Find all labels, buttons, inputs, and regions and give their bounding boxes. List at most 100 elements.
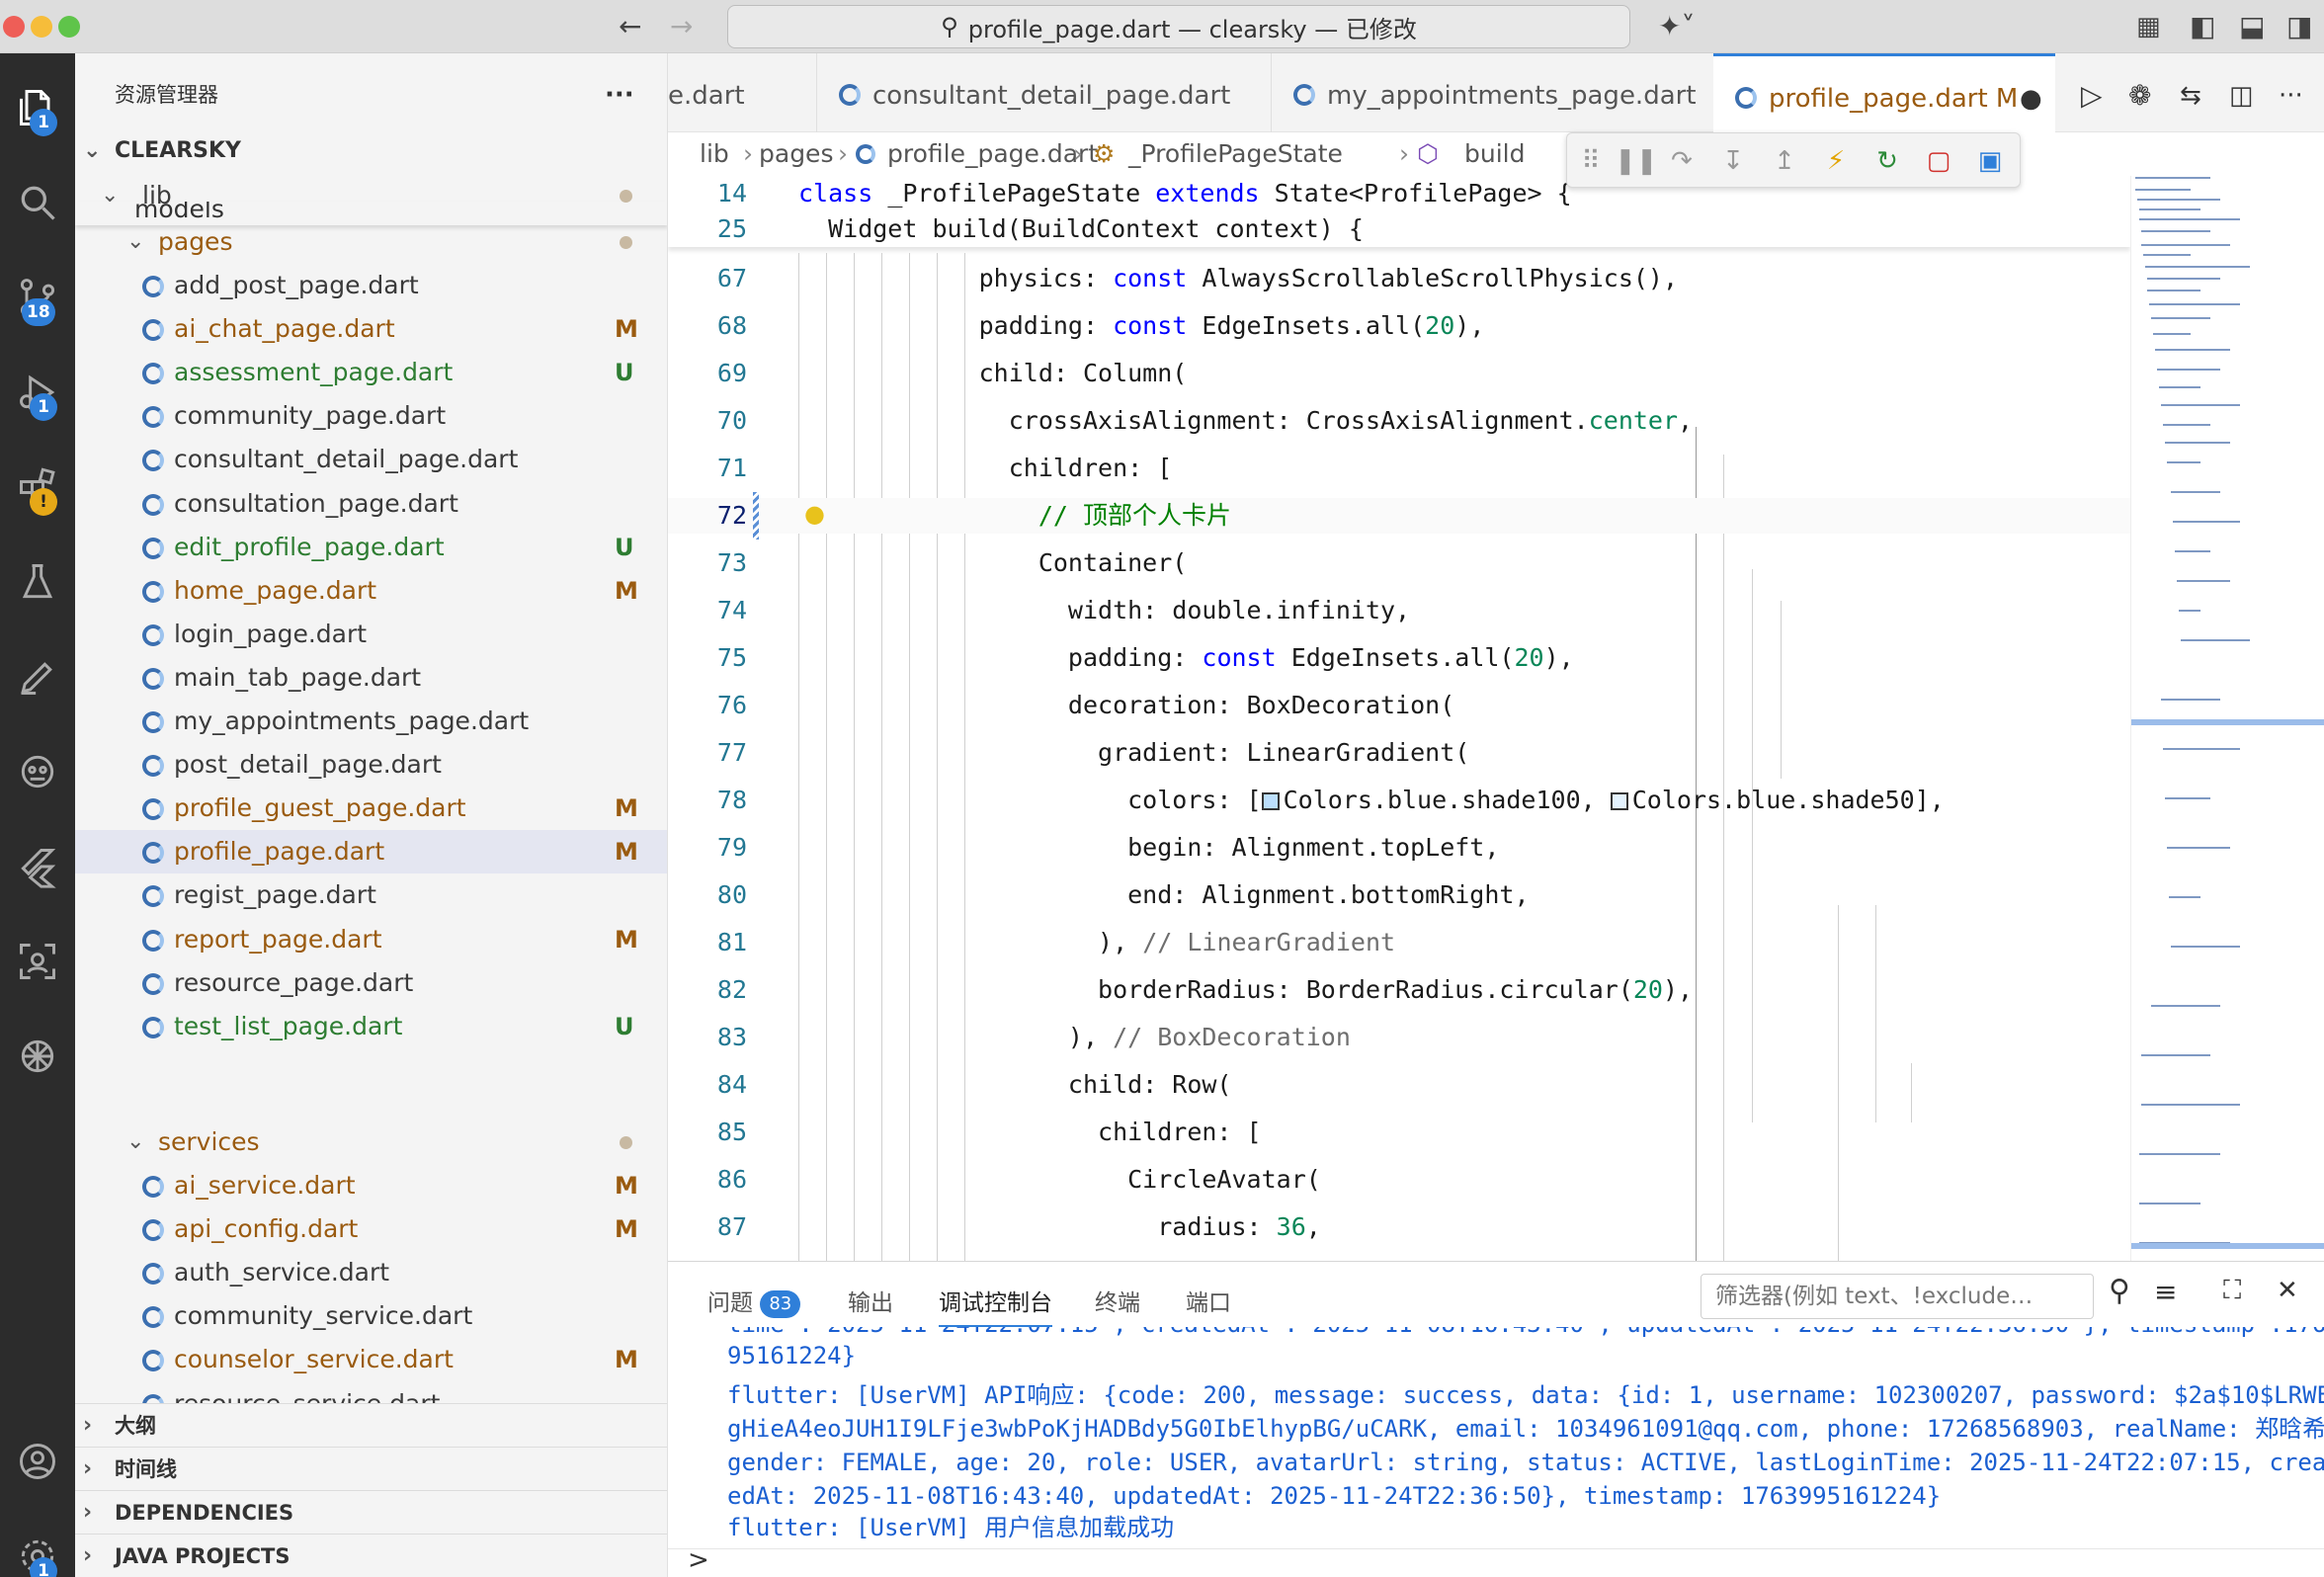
pen-icon[interactable] (0, 642, 75, 711)
gutter-change-marker[interactable] (753, 492, 759, 540)
inspect-widget-icon[interactable]: ▣ (1974, 145, 2006, 177)
file-item[interactable]: login_page.dart (75, 613, 667, 656)
file-item[interactable]: report_page.dart M (75, 918, 667, 961)
zoom-window-button[interactable] (58, 16, 80, 38)
layout-customize-icon[interactable]: ▦ (2136, 9, 2161, 44)
split-editor-icon[interactable]: ◫ (2229, 53, 2254, 132)
chatgpt-icon[interactable] (0, 1022, 75, 1091)
file-item[interactable]: add_post_page.dart (75, 264, 667, 307)
file-item[interactable]: counselor_service.dart M (75, 1338, 667, 1381)
tab-ports[interactable]: 端口 (1186, 1284, 1231, 1317)
search-icon[interactable]: ⚲ (2109, 1274, 2130, 1308)
minimap[interactable] (2130, 176, 2324, 1261)
maximize-panel-icon[interactable]: ⛶ (2223, 1276, 2241, 1306)
dart-file-icon (1293, 84, 1315, 106)
file-name: assessment_page.dart (174, 358, 454, 387)
arrow-right-icon[interactable]: → (670, 9, 693, 44)
code-editor[interactable]: 14 class _ProfilePageState extends State<… (668, 176, 2130, 1261)
restart-icon[interactable]: ↻ (1871, 145, 1903, 177)
filter-input[interactable]: 筛选器(例如 text、!exclude… (1701, 1274, 2094, 1319)
step-out-icon[interactable]: ↥ (1769, 145, 1800, 177)
file-item[interactable]: post_detail_page.dart (75, 743, 667, 787)
more-actions-icon[interactable]: ··· (2279, 53, 2303, 132)
step-over-icon[interactable]: ↷ (1666, 145, 1698, 177)
command-center-search[interactable]: ⚲ profile_page.dart — clearsky — 已修改 (727, 5, 1630, 48)
section-dependencies[interactable]: › DEPENDENCIES (75, 1490, 667, 1534)
unsaved-dot-icon[interactable]: ● (2020, 56, 2042, 141)
tab-output[interactable]: 输出 (848, 1284, 893, 1317)
file-item[interactable]: community_page.dart (75, 394, 667, 438)
tab-problems[interactable]: 问题 83 (707, 1284, 801, 1318)
toggle-panel-icon[interactable]: ⬓ (2239, 9, 2265, 44)
toggle-sidebar-icon[interactable]: ◧ (2190, 9, 2215, 44)
account-icon[interactable] (0, 1427, 75, 1496)
git-status-badge: U (615, 533, 634, 561)
clear-console-icon[interactable]: ≡ (2154, 1276, 2177, 1308)
line-number: 78 (716, 786, 747, 814)
file-item[interactable]: test_list_page.dart U (75, 1005, 667, 1048)
explorer-icon[interactable]: 1 (0, 73, 75, 142)
stop-icon[interactable]: ▢ (1923, 145, 1954, 177)
breadcrumb-item[interactable]: lib (700, 132, 729, 176)
file-item[interactable]: ai_chat_page.dart M (75, 307, 667, 351)
file-item[interactable]: my_appointments_page.dart (75, 700, 667, 743)
scan-icon[interactable] (0, 927, 75, 996)
chatgpt-icon[interactable]: ❁ (2128, 53, 2151, 132)
tab-profile-page[interactable]: profile_page.dart M ● (1713, 53, 2055, 132)
file-item[interactable]: consultation_page.dart (75, 482, 667, 526)
search-icon[interactable] (0, 168, 75, 237)
console-input[interactable]: > (668, 1545, 2324, 1577)
section-java-projects[interactable]: › JAVA PROJECTS (75, 1534, 667, 1577)
breadcrumb-item[interactable]: build (1464, 132, 1525, 176)
section-timeline[interactable]: › 时间线 (75, 1447, 667, 1490)
folder-services[interactable]: ⌄ services (75, 1120, 667, 1164)
copilot-icon[interactable]: ✦˅ (1658, 9, 1695, 44)
file-item[interactable]: profile_guest_page.dart M (75, 787, 667, 830)
file-item[interactable]: auth_service.dart (75, 1251, 667, 1294)
file-item[interactable]: api_config.dart M (75, 1207, 667, 1251)
file-item[interactable]: regist_page.dart (75, 873, 667, 917)
file-item[interactable]: profile_page.dart M (75, 830, 667, 874)
file-item[interactable]: ai_service.dart M (75, 1164, 667, 1207)
drag-handle-icon[interactable]: ⠿ (1575, 145, 1607, 177)
lightbulb-icon[interactable]: ● (804, 500, 825, 528)
arrow-left-icon[interactable]: ← (619, 9, 641, 44)
breadcrumb-item[interactable]: profile_page.dart (887, 132, 1098, 176)
tab-terminal[interactable]: 终端 (1095, 1284, 1140, 1317)
tab-my-appointments[interactable]: my_appointments_page.dart (1271, 53, 1715, 132)
tab-consultant-detail[interactable]: consultant_detail_page.dart (816, 53, 1261, 132)
file-item[interactable]: assessment_page.dart U (75, 351, 667, 394)
close-panel-icon[interactable]: ✕ (2277, 1276, 2298, 1305)
file-item[interactable]: home_page.dart M (75, 569, 667, 613)
close-window-button[interactable] (3, 16, 25, 38)
run-icon[interactable]: ▷ (2081, 53, 2103, 132)
flutter-icon[interactable] (0, 832, 75, 901)
tab-partial[interactable]: e.dart (668, 53, 796, 132)
remote-explorer-icon[interactable] (0, 737, 75, 806)
minimize-window-button[interactable] (31, 16, 52, 38)
settings-icon[interactable]: 1 (0, 1522, 75, 1577)
workspace-root[interactable]: ⌄ CLEARSKY (75, 129, 667, 173)
file-item[interactable]: edit_profile_page.dart U (75, 526, 667, 569)
source-control-icon[interactable]: 18 (0, 263, 75, 332)
folder-pages[interactable]: ⌄ pages (75, 220, 667, 264)
file-item[interactable]: consultant_detail_page.dart (75, 438, 667, 481)
more-actions-icon[interactable]: ··· (605, 73, 634, 117)
breadcrumb-item[interactable]: _ProfilePageState (1128, 132, 1343, 176)
section-outline[interactable]: › 大纲 (75, 1403, 667, 1447)
file-item[interactable]: resource_page.dart (75, 961, 667, 1005)
extensions-icon[interactable]: ! (0, 453, 75, 522)
toggle-secondary-sidebar-icon[interactable]: ◨ (2286, 9, 2312, 44)
tab-label: 端口 (1186, 1290, 1231, 1316)
tab-debug-console[interactable]: 调试控制台 (939, 1284, 1052, 1327)
testing-icon[interactable] (0, 547, 75, 617)
file-item[interactable]: community_service.dart (75, 1294, 667, 1338)
pause-icon[interactable]: ❚❚ (1615, 145, 1658, 177)
breadcrumb-item[interactable]: pages (759, 132, 833, 176)
compare-changes-icon[interactable]: ⇆ (2180, 53, 2201, 132)
step-into-icon[interactable]: ↧ (1717, 145, 1749, 177)
line-number: 86 (716, 1165, 747, 1194)
hot-reload-icon[interactable]: ⚡ (1820, 145, 1852, 177)
file-item[interactable]: main_tab_page.dart (75, 656, 667, 700)
run-debug-icon[interactable]: 1 (0, 358, 75, 427)
